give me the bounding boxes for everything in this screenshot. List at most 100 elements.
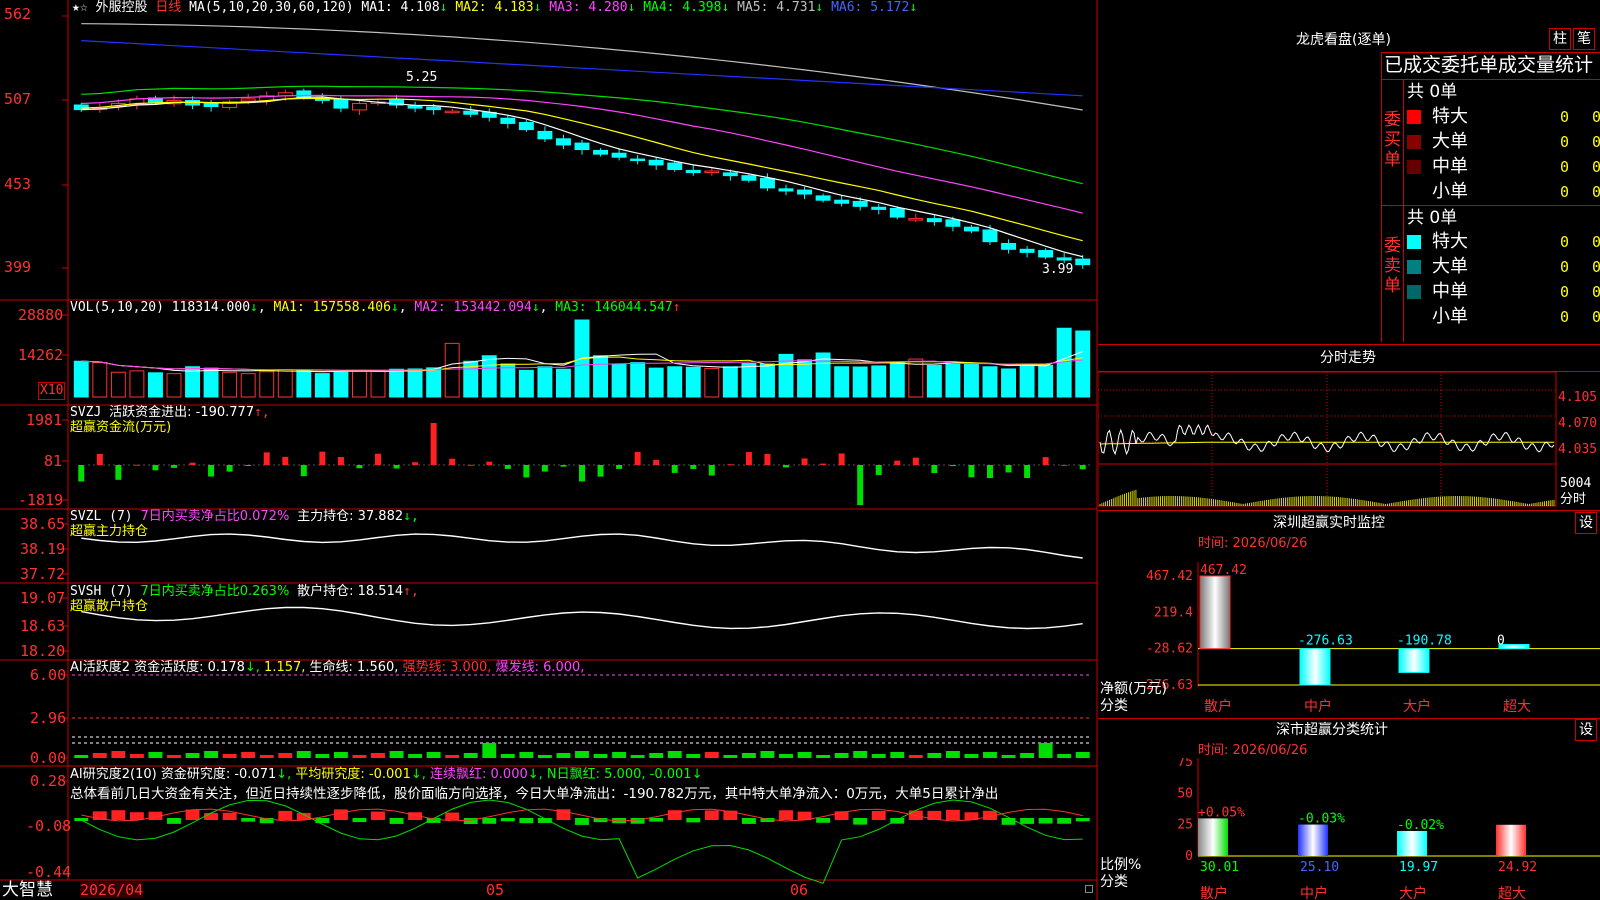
ma5-line <box>81 23 1083 111</box>
volume-bar <box>352 369 367 398</box>
monitor-title: 深圳超赢实时监控 <box>1273 515 1385 531</box>
lhb-title: 龙虎看盘(逐单) <box>1296 32 1391 48</box>
research-bar <box>741 818 756 824</box>
research-bar <box>816 818 831 823</box>
candle-body <box>203 102 219 108</box>
order-count: 0 <box>1560 258 1570 276</box>
activity-bar <box>111 751 126 758</box>
volume-bar <box>1038 364 1054 398</box>
date-axis-label: 2026/04 <box>80 881 144 899</box>
monitor-bar-value: -276.63 <box>1298 634 1353 649</box>
fund-flow-bar <box>245 465 252 466</box>
fund-flow-bar <box>393 465 400 469</box>
vol-value: 118314.000 <box>171 300 251 315</box>
fund-flow-bar <box>171 465 177 468</box>
candle-body <box>945 219 961 227</box>
vol-axis-tick: 14262 <box>18 346 64 364</box>
fund-flow-bar <box>949 465 956 467</box>
order-count: 0 <box>1560 158 1570 176</box>
volume-bar <box>203 367 219 398</box>
classify-axis-tick: 50 <box>1177 786 1193 801</box>
kline-chart-area[interactable] <box>0 0 1100 900</box>
bar-mode-button[interactable]: 柱 <box>1549 28 1571 50</box>
research-bar <box>352 818 367 823</box>
classify-chart[interactable]: 75 50 25 0 +0.05% 30.01 散户 -0.03% 25.10 中户 -0.02% 1… <box>1098 758 1600 900</box>
activity-bar <box>556 753 571 758</box>
main-chart-header: ★☆ 外服控股 日线 MA(5,10,20,30,60,120) MA1: 4.… <box>72 0 917 16</box>
classify-settings-button[interactable]: 设 <box>1575 719 1597 741</box>
intraday-title: 分时走势 <box>1320 350 1376 366</box>
retail-holding-line <box>81 606 1083 630</box>
fund-flow-bar <box>412 462 419 465</box>
vol-unit-badge[interactable]: X10 <box>38 382 66 400</box>
research-bar <box>167 818 181 824</box>
tick-mode-button[interactable]: 笔 <box>1573 28 1595 50</box>
order-percent: 0% <box>1592 308 1600 326</box>
lock-icon[interactable] <box>1085 885 1093 893</box>
activity-bar <box>408 754 423 758</box>
favorite-star-icon[interactable]: ★☆ <box>72 0 88 15</box>
volume-bar <box>481 355 497 398</box>
activity-bar <box>333 752 348 758</box>
research-bar <box>686 818 701 823</box>
svsh-axis-tick: 18.20 <box>20 642 66 660</box>
fund-flow-bar <box>467 464 474 466</box>
classify-bar-delta: -0.02% <box>1397 818 1444 833</box>
fund-flow-bar <box>1024 465 1031 479</box>
intraday-chart[interactable] <box>1098 372 1600 510</box>
activity-bar <box>519 752 534 758</box>
monitor-chart[interactable]: 467.42219.4-28.62-276.63467.42散户-276.63中… <box>1098 554 1600 718</box>
research-bar <box>129 812 144 820</box>
ai2-arrow-a: ↓, <box>276 767 292 782</box>
price-axis-tick: 399 <box>4 258 32 276</box>
fund-flow-bar <box>208 465 215 477</box>
volume-bar <box>537 366 553 398</box>
volume-bar <box>518 369 534 398</box>
activity-bar <box>723 755 738 758</box>
volume-bar <box>500 363 516 398</box>
research-bar <box>649 818 664 822</box>
monitor-settings-button[interactable]: 设 <box>1575 512 1597 534</box>
activity-bar <box>630 755 645 758</box>
svsh-axis-tick: 19.07 <box>20 589 66 607</box>
fund-flow-bar <box>486 461 493 465</box>
research-bar <box>853 818 868 825</box>
order-size-name: 特大 <box>1432 106 1468 127</box>
activity-bar <box>667 751 682 758</box>
order-size-row: 小单 0 0% <box>1406 305 1600 327</box>
candle-body <box>352 102 367 111</box>
svsh-name: SVSH (7) <box>70 584 133 599</box>
ma2-value: MA2: 4.183 <box>455 0 534 15</box>
activity-bar <box>927 753 942 758</box>
research-bar <box>389 818 404 824</box>
fund-flow-bar <box>115 465 122 480</box>
brand-logo[interactable]: 大智慧 <box>2 881 53 900</box>
monitor-bar <box>1299 648 1331 686</box>
ai1-axis-tick: 6.00 <box>30 666 67 684</box>
ai1-lifeline: 生命线: 1.560, <box>309 660 399 675</box>
ma4-arrow: ↓ <box>721 0 730 15</box>
candle-body <box>537 130 553 140</box>
fund-flow-bar <box>152 465 159 471</box>
candle-body <box>722 172 738 177</box>
activity-bar <box>908 755 923 758</box>
volume-bar <box>926 364 942 398</box>
order-size-row: 大单 0 0% <box>1406 130 1600 152</box>
period-label[interactable]: 日线 <box>155 0 181 15</box>
app-root: ★☆ 外服控股 日线 MA(5,10,20,30,60,120) MA1: 4.… <box>0 0 1600 900</box>
activity-bar <box>890 752 905 758</box>
order-size-row: 大单 0 0% <box>1406 255 1600 277</box>
svzl-axis-tick: 38.19 <box>20 540 66 558</box>
candle-body <box>778 188 794 192</box>
research-bar <box>575 818 589 825</box>
ma1-arrow: ↓ <box>439 0 448 15</box>
fund-flow-bar <box>226 465 233 472</box>
buy-total: 共 0单 <box>1407 82 1458 102</box>
ma5-arrow: ↓ <box>815 0 824 15</box>
activity-bar <box>853 751 868 758</box>
vol-ma3: MA3: 146044.547 <box>555 300 673 315</box>
fund-flow-bar <box>987 465 993 479</box>
svzj-header: SVZJ 活跃资金进出: -190.777↑, <box>70 405 270 421</box>
activity-bar <box>148 752 163 758</box>
research-bar <box>779 810 793 820</box>
